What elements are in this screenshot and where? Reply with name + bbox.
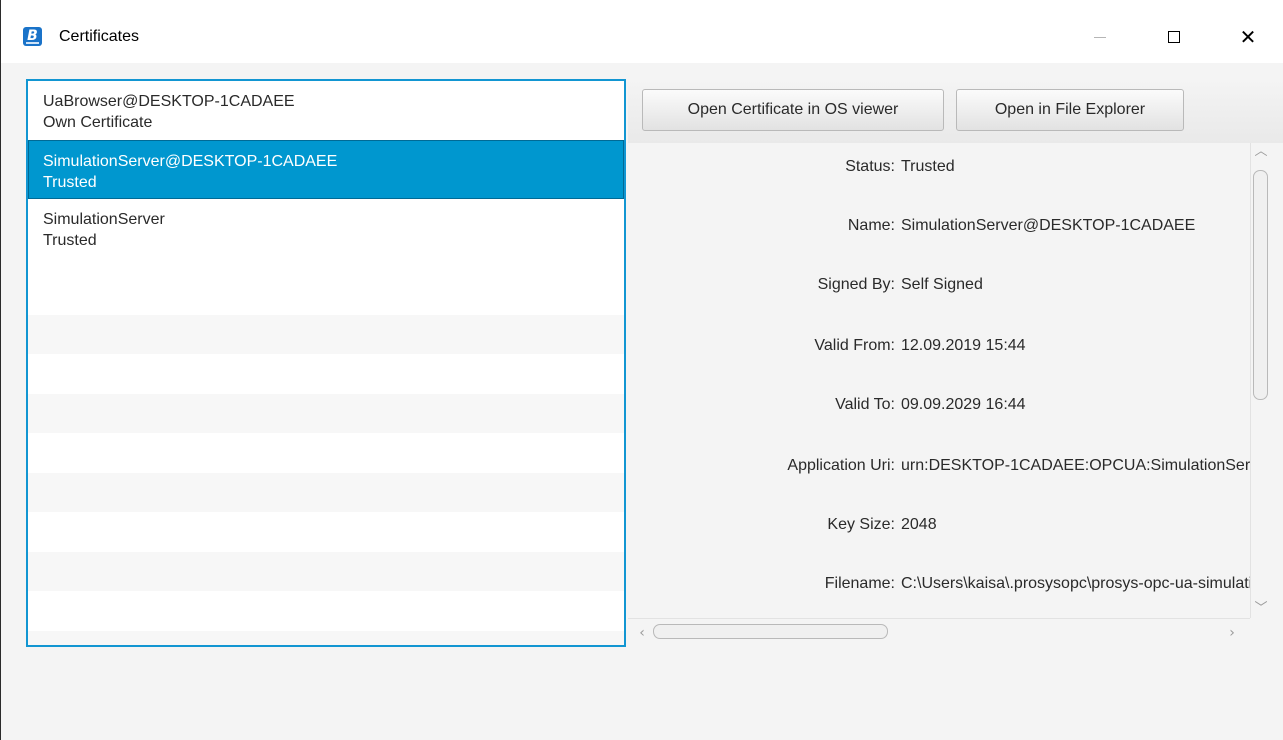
empty-row (28, 393, 624, 433)
close-button[interactable]: ✕ (1225, 20, 1271, 54)
empty-row (28, 354, 624, 394)
certificate-details-panel: Status: Trusted Name: SimulationServer@D… (628, 143, 1250, 618)
certificate-name: UaBrowser@DESKTOP-1CADAEE (43, 93, 295, 110)
detail-value: Self Signed (901, 276, 983, 293)
details-vertical-scrollbar[interactable]: ︿ ﹀ (1250, 143, 1271, 618)
certificate-list[interactable]: UaBrowser@DESKTOP-1CADAEE Own Certificat… (26, 79, 626, 647)
detail-label: Filename: (824, 575, 895, 592)
detail-row-application-uri: Application Uri: urn:DESKTOP-1CADAEE:OPC… (628, 451, 1250, 481)
detail-row-filename: Filename: C:\Users\kaisa\.prosysopc\pros… (628, 569, 1250, 599)
empty-row (28, 630, 624, 645)
detail-label: Status: (845, 158, 895, 175)
detail-value: Trusted (901, 158, 955, 175)
certificate-status: Trusted (43, 174, 97, 191)
detail-label: Application Uri: (787, 457, 895, 474)
detail-value: 2048 (901, 516, 937, 533)
detail-row-signed-by: Signed By: Self Signed (628, 270, 1250, 300)
horizontal-scroll-thumb[interactable] (653, 624, 888, 639)
detail-row-valid-from: Valid From: 12.09.2019 15:44 (628, 331, 1250, 361)
certificate-item-simulationserver-desktop[interactable]: SimulationServer@DESKTOP-1CADAEE Trusted (28, 140, 624, 199)
scroll-left-icon[interactable]: ‹ (632, 619, 652, 647)
scroll-down-icon[interactable]: ﹀ (1251, 600, 1271, 618)
certificate-status: Trusted (43, 232, 97, 249)
details-horizontal-scrollbar[interactable]: ‹ › (628, 618, 1250, 647)
scroll-right-icon[interactable]: › (1222, 619, 1242, 647)
empty-row (28, 433, 624, 473)
detail-label: Valid From: (814, 337, 895, 354)
empty-row (28, 551, 624, 591)
empty-row (28, 314, 624, 354)
detail-label: Key Size: (827, 516, 895, 533)
empty-row (28, 472, 624, 512)
minimize-button[interactable] (1077, 20, 1123, 54)
desktop-strip (1, 0, 1283, 8)
close-icon: ✕ (1239, 25, 1257, 49)
open-in-file-explorer-button[interactable]: Open in File Explorer (956, 89, 1184, 131)
detail-row-name: Name: SimulationServer@DESKTOP-1CADAEE (628, 211, 1250, 241)
certificate-item-simulationserver[interactable]: SimulationServer Trusted (28, 199, 624, 275)
certificate-item-uabrowser[interactable]: UaBrowser@DESKTOP-1CADAEE Own Certificat… (28, 81, 624, 140)
detail-row-key-size: Key Size: 2048 (628, 510, 1250, 540)
detail-label: Valid To: (835, 396, 895, 413)
certificate-name: SimulationServer@DESKTOP-1CADAEE (43, 153, 338, 170)
empty-row (28, 275, 624, 315)
detail-value: 12.09.2019 15:44 (901, 337, 1026, 354)
detail-value: 09.09.2029 16:44 (901, 396, 1026, 413)
detail-value: SimulationServer@DESKTOP-1CADAEE (901, 217, 1196, 234)
certificates-window: B Certificates ✕ UaBrowser@DESKTOP-1CADA… (0, 0, 1283, 740)
detail-row-status: Status: Trusted (628, 152, 1250, 182)
app-logo-icon: B (23, 27, 42, 46)
certificate-name: SimulationServer (43, 211, 165, 228)
open-in-os-viewer-button[interactable]: Open Certificate in OS viewer (642, 89, 944, 131)
detail-value: urn:DESKTOP-1CADAEE:OPCUA:SimulationServ… (901, 457, 1250, 474)
empty-row (28, 591, 624, 631)
vertical-scroll-thumb[interactable] (1253, 170, 1268, 400)
empty-row (28, 512, 624, 552)
detail-row-valid-to: Valid To: 09.09.2029 16:44 (628, 390, 1250, 420)
app-logo-bar (26, 42, 39, 44)
detail-label: Name: (847, 217, 895, 234)
certificate-status: Own Certificate (43, 114, 153, 131)
title-bar[interactable]: B Certificates ✕ (1, 8, 1283, 63)
maximize-button[interactable] (1152, 20, 1198, 54)
scroll-up-icon[interactable]: ︿ (1251, 143, 1271, 161)
detail-value: C:\Users\kaisa\.prosysopc\prosys-opc-ua-… (901, 575, 1250, 592)
window-title: Certificates (59, 28, 140, 45)
detail-label: Signed By: (817, 276, 895, 293)
